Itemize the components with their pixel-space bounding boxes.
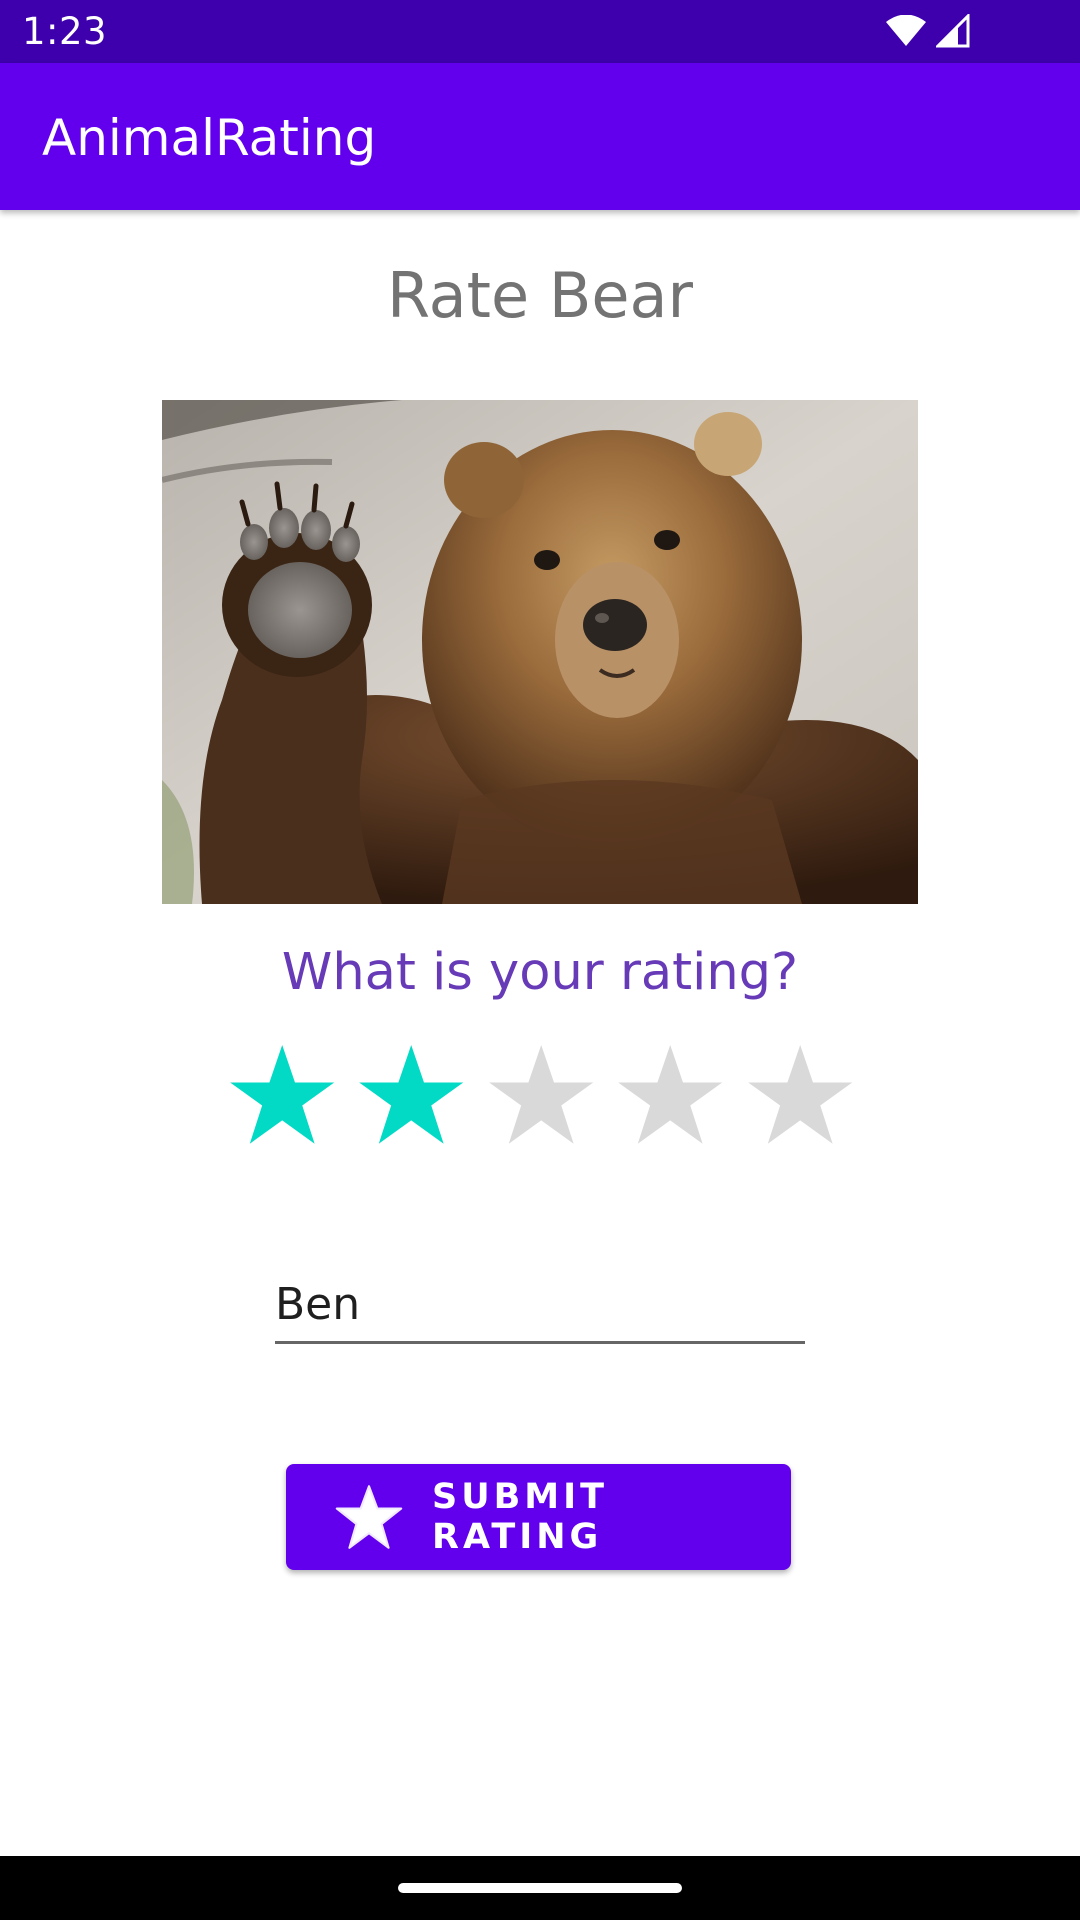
rating-star-5-icon[interactable]: [746, 1040, 854, 1152]
rating-star-2-icon[interactable]: [357, 1040, 465, 1152]
name-input[interactable]: [275, 1268, 805, 1344]
rating-question: What is your rating?: [281, 943, 799, 1002]
cellular-signal-icon: [934, 12, 970, 52]
status-icons: [886, 12, 970, 52]
app-bar: AnimalRating: [0, 63, 1080, 210]
submit-rating-button[interactable]: SUBMIT RATING: [286, 1464, 791, 1570]
rating-bar[interactable]: [228, 1040, 854, 1152]
bear-photo: [162, 400, 918, 904]
page-title: Rate Bear: [386, 259, 694, 332]
status-bar: 1:23: [0, 0, 1080, 63]
rating-star-4-icon[interactable]: [616, 1040, 724, 1152]
navigation-bar: [0, 1856, 1080, 1920]
star-icon: [334, 1482, 404, 1552]
name-field[interactable]: [275, 1268, 805, 1346]
wifi-icon: [886, 14, 926, 51]
rating-star-1-icon[interactable]: [228, 1040, 336, 1152]
status-time: 1:23: [22, 10, 108, 53]
app-title: AnimalRating: [42, 109, 377, 167]
rating-star-3-icon[interactable]: [487, 1040, 595, 1152]
home-handle[interactable]: [398, 1883, 682, 1893]
submit-button-label: SUBMIT RATING: [432, 1477, 609, 1557]
